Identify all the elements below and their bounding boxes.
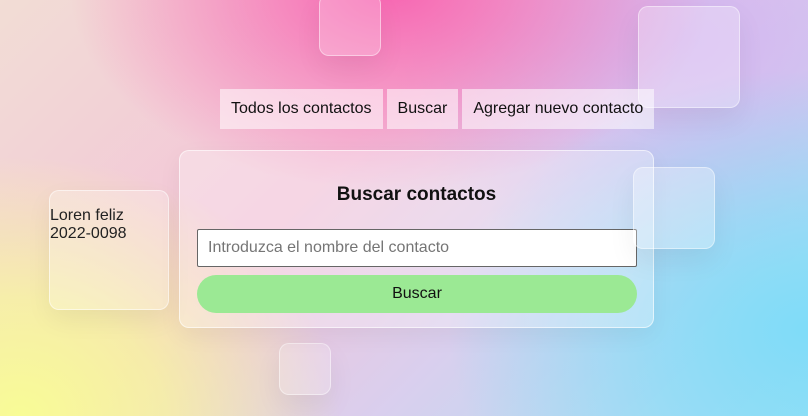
decorative-glass-square [279,343,331,395]
top-nav: Todos los contactos Buscar Agregar nuevo… [220,89,655,129]
contact-phone: 2022-0098 [50,225,127,242]
contact-name: Loren feliz [50,207,124,224]
search-panel-title: Buscar contactos [336,184,497,205]
decorative-glass-square [319,0,381,56]
nav-item-add-contact[interactable]: Agregar nuevo contacto [462,89,655,129]
search-panel: Buscar contactos Buscar [179,150,654,328]
contact-card: Loren feliz 2022-0098 [49,190,169,310]
contact-search-input[interactable] [197,229,637,267]
search-button[interactable]: Buscar [197,275,637,313]
nav-item-all-contacts[interactable]: Todos los contactos [220,89,383,129]
decorative-glass-square [633,167,715,249]
nav-item-search[interactable]: Buscar [386,89,459,129]
